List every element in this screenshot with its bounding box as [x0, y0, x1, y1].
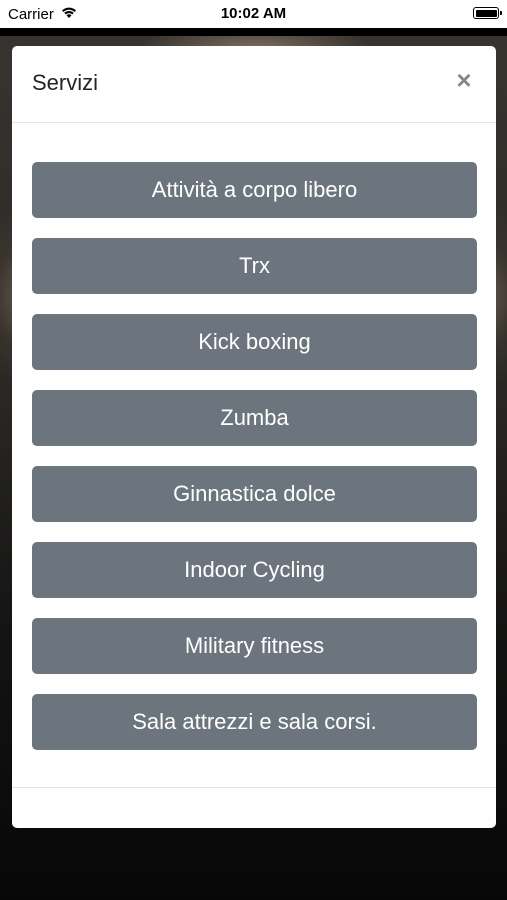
close-icon[interactable]: ×: [452, 67, 476, 93]
service-button-zumba[interactable]: Zumba: [32, 390, 477, 446]
modal-footer: [12, 787, 496, 828]
service-button-ginnastica-dolce[interactable]: Ginnastica dolce: [32, 466, 477, 522]
service-button-attivita-corpo-libero[interactable]: Attività a corpo libero: [32, 162, 477, 218]
services-modal: Servizi × Attività a corpo libero Trx Ki…: [12, 46, 496, 828]
service-button-kick-boxing[interactable]: Kick boxing: [32, 314, 477, 370]
status-time: 10:02 AM: [220, 5, 287, 22]
battery-icon: [473, 7, 502, 19]
modal-header: Servizi ×: [12, 46, 496, 123]
status-bar: Carrier 10:02 AM: [0, 0, 507, 28]
service-button-military-fitness[interactable]: Military fitness: [32, 618, 477, 674]
service-button-trx[interactable]: Trx: [32, 238, 477, 294]
app-screen: Carrier 10:02 AM Servizi × Attività a co…: [0, 0, 507, 900]
modal-body: Attività a corpo libero Trx Kick boxing …: [12, 123, 496, 750]
modal-title: Servizi: [32, 70, 99, 95]
service-button-indoor-cycling[interactable]: Indoor Cycling: [32, 542, 477, 598]
service-button-sala-attrezzi[interactable]: Sala attrezzi e sala corsi.: [32, 694, 477, 750]
